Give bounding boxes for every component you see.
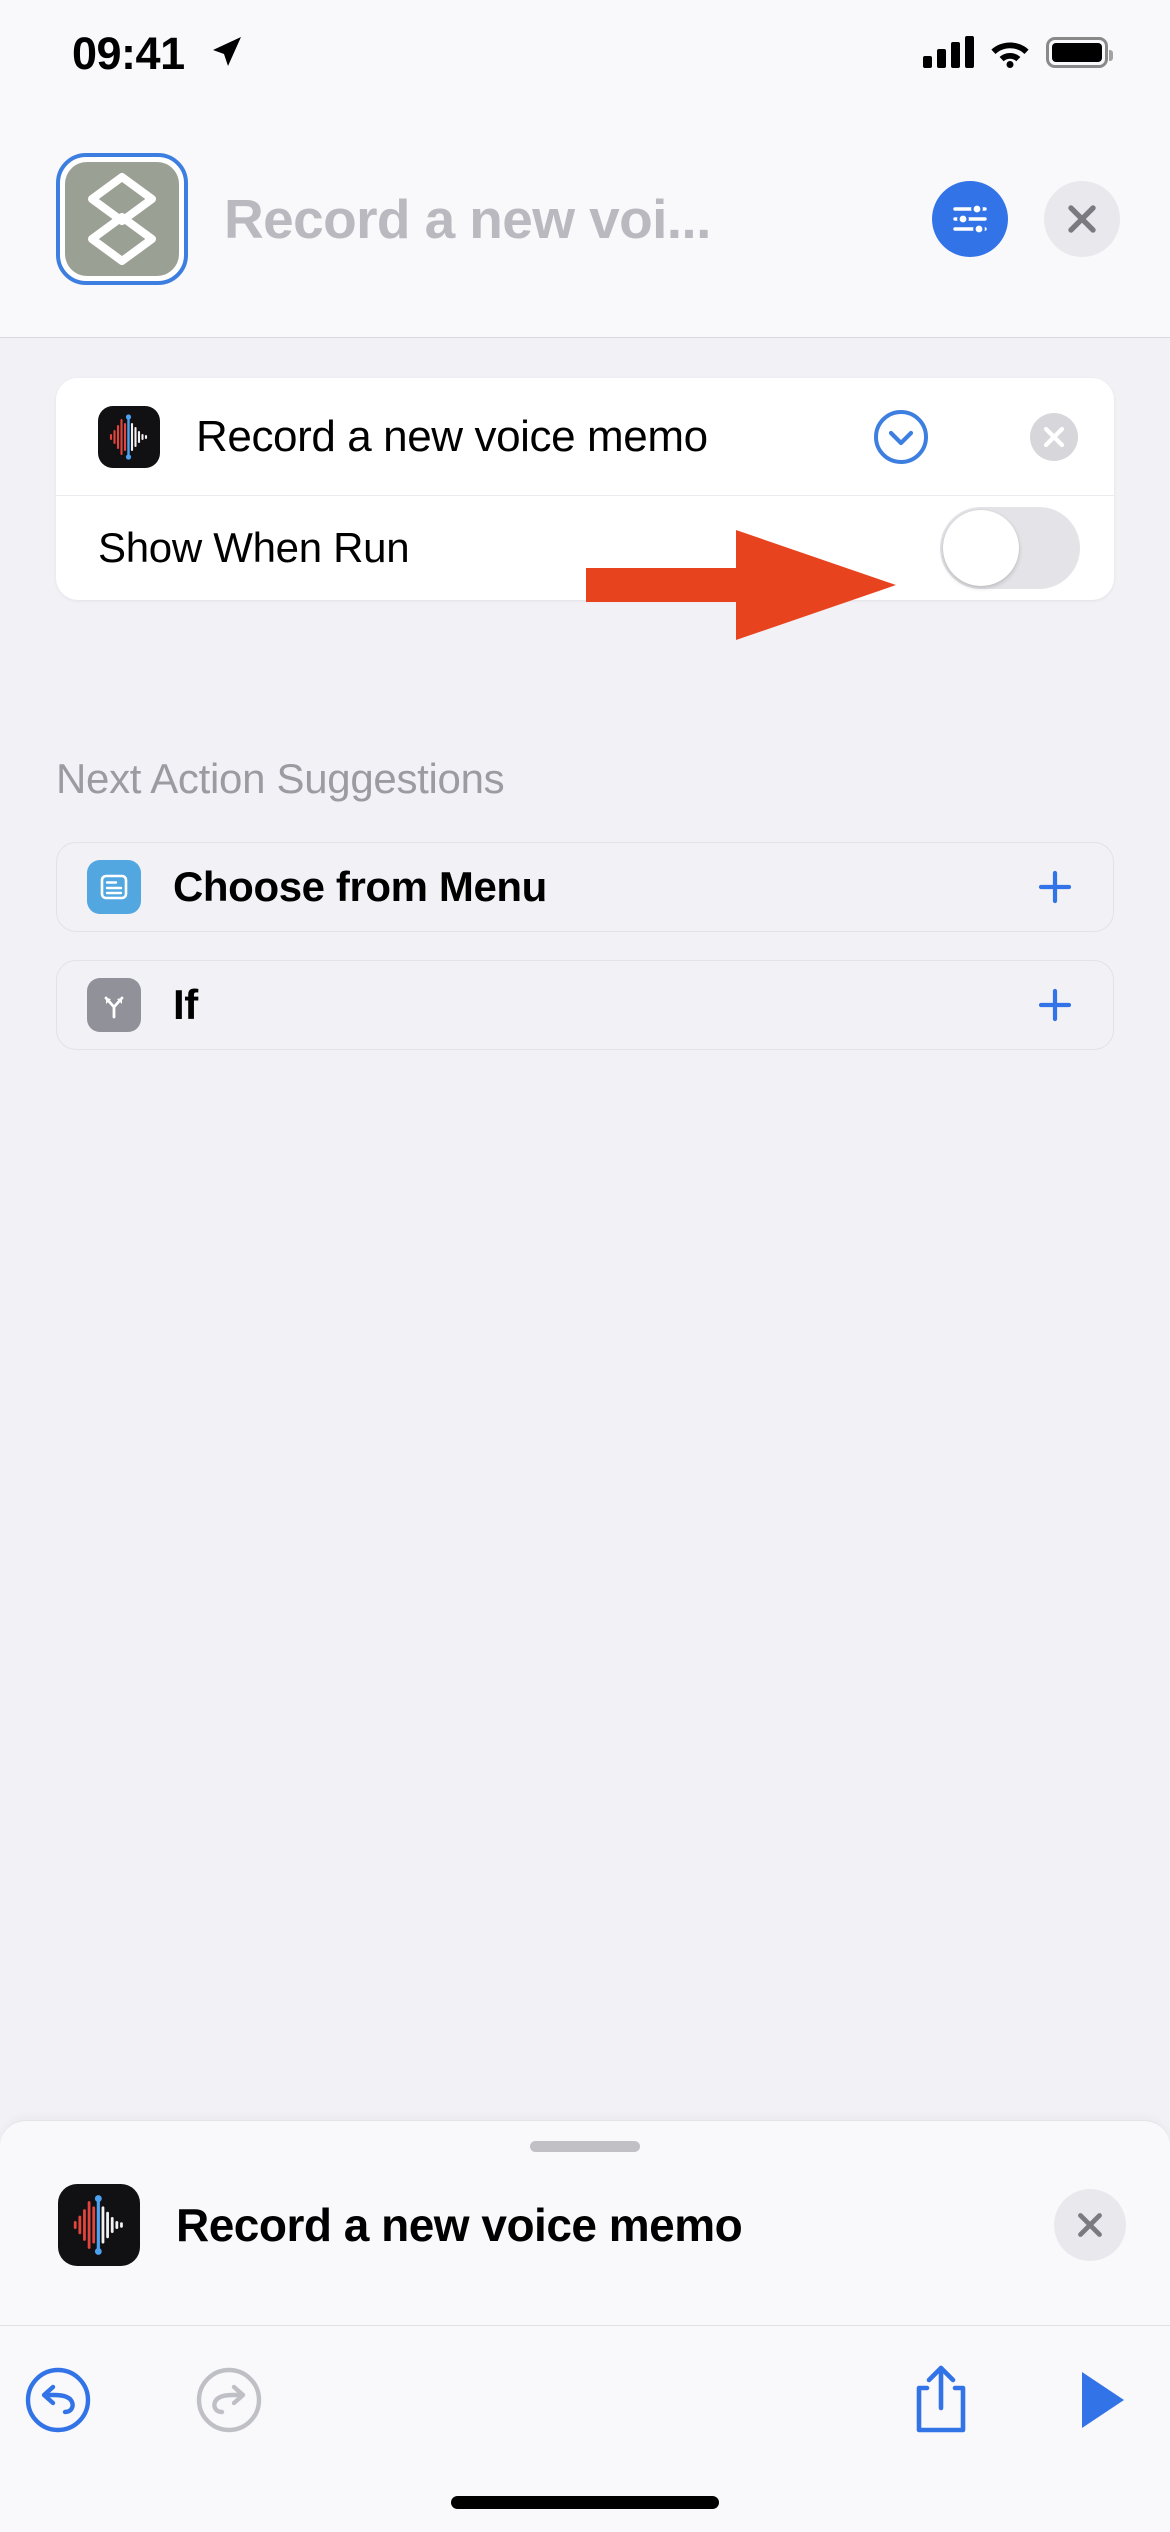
status-bar-indicators [923, 31, 1113, 73]
battery-full-icon [1046, 36, 1113, 68]
remove-action-button[interactable] [1028, 411, 1080, 463]
sliders-settings-icon [953, 202, 987, 235]
close-x-icon [1068, 204, 1096, 233]
action-title: Record a new voice memo [196, 411, 708, 461]
action-expand-button[interactable] [872, 408, 930, 466]
toggle-knob [943, 510, 1019, 586]
menu-list-icon [87, 860, 141, 914]
shortcut-icon-button[interactable] [56, 152, 188, 285]
wifi-icon [991, 42, 1029, 68]
cellular-bars-icon [923, 36, 974, 68]
action-row[interactable]: Record a new voice memo [56, 378, 1114, 496]
redo-button[interactable] [183, 2354, 275, 2446]
show-when-run-toggle[interactable] [940, 507, 1080, 589]
suggestion-if[interactable]: If [56, 960, 1114, 1050]
suggestions-heading: Next Action Suggestions [56, 755, 505, 802]
voice-memos-waveform-icon [98, 405, 160, 468]
suggestion-choose-from-menu[interactable]: Choose from Menu [56, 842, 1114, 932]
branch-split-icon [87, 978, 141, 1032]
undo-arrow-icon [25, 2367, 91, 2433]
editor-header: Record a new voi... [0, 100, 1170, 338]
page-title: Record a new voi... [224, 187, 711, 250]
suggestion-label: Choose from Menu [173, 863, 547, 910]
shortcut-settings-button[interactable] [932, 180, 1008, 257]
shortcuts-editor-screen: 09:41 Record a new voi... Record a new v… [0, 0, 1170, 2532]
share-button[interactable] [895, 2354, 987, 2446]
share-upload-icon [916, 2365, 966, 2433]
home-indicator-bar [451, 2496, 719, 2509]
redo-arrow-icon [196, 2367, 262, 2433]
chevron-down-circle-icon [874, 409, 928, 464]
remove-circle-x-icon [1030, 412, 1078, 461]
close-editor-button[interactable] [1044, 180, 1120, 257]
sheet-content-row: Record a new voice memo [0, 2165, 1170, 2285]
status-bar: 09:41 [0, 0, 1170, 100]
editor-toolbar [0, 2326, 1170, 2532]
undo-button[interactable] [12, 2354, 104, 2446]
sheet-close-button[interactable] [1054, 2189, 1126, 2261]
sheet-title: Record a new voice memo [176, 2199, 743, 2251]
action-card: Record a new voice memo Show When Run [56, 378, 1114, 600]
show-when-run-row: Show When Run [56, 496, 1114, 600]
run-shortcut-button[interactable] [1054, 2354, 1146, 2446]
shortcuts-layers-icon [65, 161, 179, 276]
close-x-icon [1078, 2213, 1102, 2237]
drag-handle[interactable] [530, 2141, 640, 2152]
plus-icon[interactable] [1031, 863, 1079, 911]
play-triangle-icon [1082, 2372, 1124, 2428]
plus-icon[interactable] [1031, 981, 1079, 1029]
status-bar-time: 09:41 [72, 28, 185, 79]
voice-memos-waveform-icon [58, 2184, 140, 2266]
suggestion-label: If [173, 981, 198, 1028]
location-arrow-icon [213, 37, 241, 66]
bottom-sheet[interactable]: Record a new voice memo [0, 2120, 1170, 2326]
show-when-run-label: Show When Run [98, 524, 410, 571]
